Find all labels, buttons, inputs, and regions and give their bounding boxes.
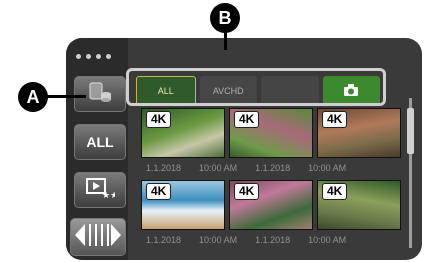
4k-badge: 4K [322, 111, 348, 128]
vertical-scrollbar[interactable] [407, 98, 414, 248]
scrollbar-thumb[interactable] [407, 108, 414, 154]
4k-badge: 4K [234, 111, 260, 128]
page-dot [106, 54, 111, 59]
arrow-left-right-icon [73, 220, 123, 255]
left-panel: ALL ★★ [66, 38, 128, 260]
callout-marker-b: B [210, 3, 240, 33]
highlight-playback-button[interactable]: ★★ [74, 172, 126, 208]
all-scenes-button[interactable]: ALL [74, 124, 126, 160]
callout-line-a [46, 95, 86, 98]
tab-highlight-frame [126, 68, 386, 106]
svg-text:★★: ★★ [102, 190, 115, 199]
page-dot [86, 54, 91, 59]
page-dot [96, 54, 101, 59]
4k-badge: 4K [146, 111, 172, 128]
thumbnail-scene[interactable]: 4K [229, 180, 313, 230]
thumbnail-scene[interactable]: 4K [317, 180, 401, 230]
all-label: ALL [86, 134, 114, 150]
thumbnail-scene[interactable]: 4K [317, 108, 401, 158]
media-select-button[interactable] [74, 76, 126, 112]
thumbnail-scene[interactable]: 4K [141, 108, 225, 158]
page-dot [76, 54, 81, 59]
4k-badge: 4K [146, 183, 172, 200]
scene-info-strip: 1.1.2018 10:00 AM 1.1.2018 10:00 AM [146, 163, 347, 173]
scene-info-strip: 1.1.2018 10:00 AM 1.1.2018 10:00 AM [146, 235, 347, 245]
callout-line-b [224, 32, 227, 50]
media-icon [87, 81, 113, 108]
callout-marker-a: A [18, 82, 48, 112]
4k-badge: 4K [322, 183, 348, 200]
page-indicator [76, 54, 111, 59]
thumbnail-scene[interactable]: 4K [141, 180, 225, 230]
page-arrows-button[interactable] [70, 218, 126, 256]
highlight-play-icon: ★★ [85, 177, 118, 204]
4k-badge: 4K [234, 183, 260, 200]
thumbnail-scene[interactable]: 4K [229, 108, 313, 158]
